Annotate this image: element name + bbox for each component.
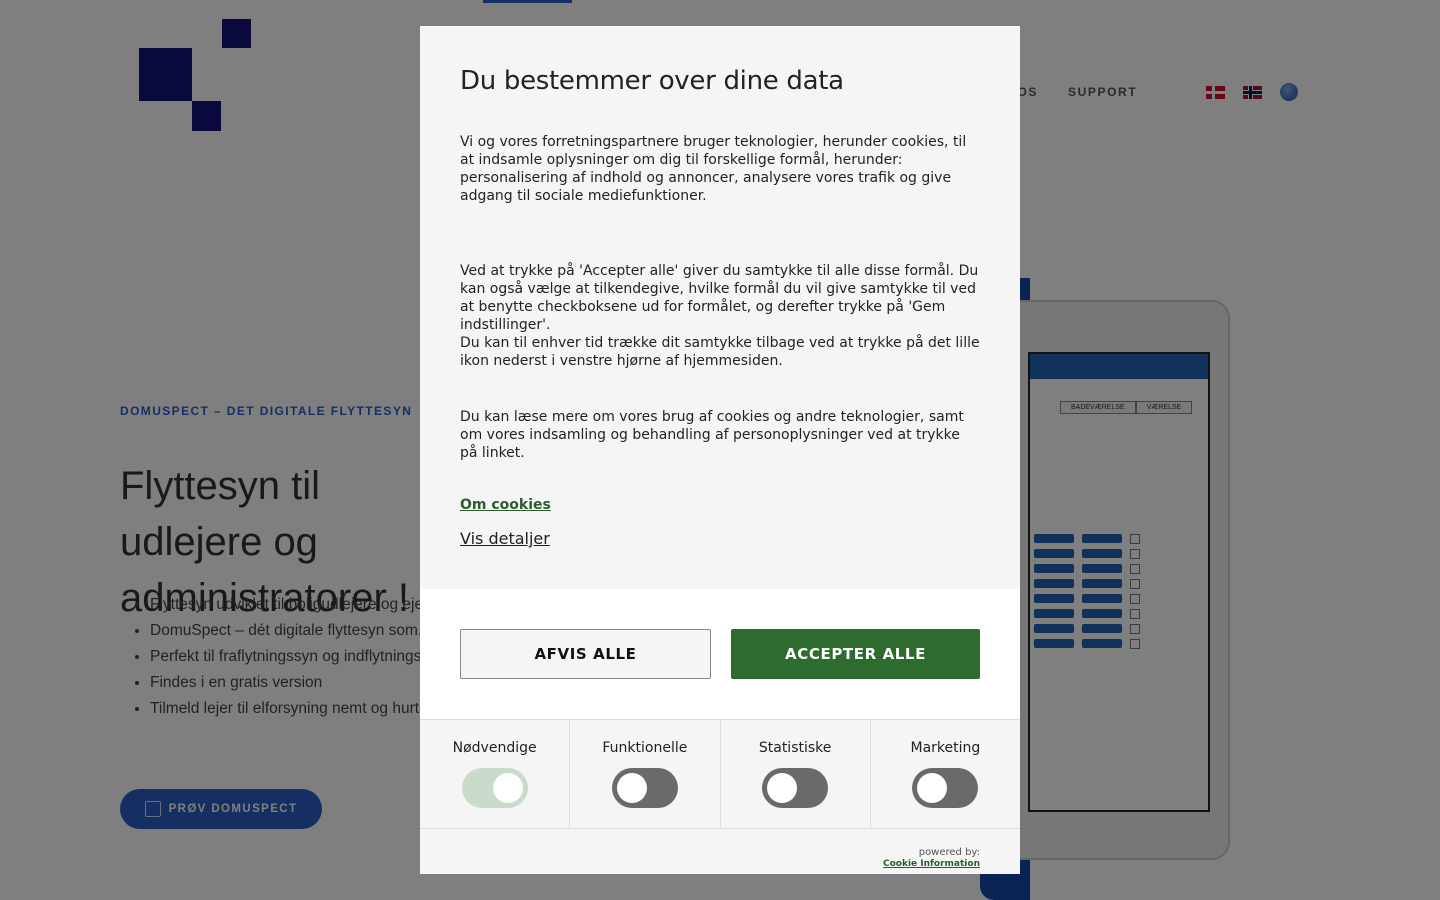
about-cookies-link[interactable]: Om cookies: [460, 497, 551, 513]
consent-paragraph-accept-info: Ved at trykke på 'Accepter alle' giver d…: [460, 263, 979, 333]
reject-all-button[interactable]: AFVIS ALLE: [460, 629, 711, 679]
functional-switch[interactable]: [611, 768, 678, 808]
consent-paragraph-intro: Vi og vores forretningspartnere bruger t…: [460, 134, 967, 204]
consent-category-toggles: Nødvendige Funktionelle Statistiske Mark…: [420, 719, 1020, 829]
cookie-information-link[interactable]: Cookie Information: [883, 859, 980, 869]
toggle-marketing: Marketing: [871, 720, 1020, 828]
consent-paragraph-read-more: Du kan læse mere om vores brug af cookie…: [460, 409, 964, 461]
show-details-link[interactable]: Vis detaljer: [460, 529, 550, 548]
toggle-label: Funktionelle: [602, 740, 688, 756]
consent-paragraph-withdraw-info: Du kan til enhver tid trække dit samtykk…: [460, 335, 980, 369]
powered-by: powered by: Cookie Information: [883, 840, 980, 869]
necessary-switch[interactable]: [461, 768, 528, 808]
powered-by-label: powered by:: [918, 847, 980, 858]
accept-all-button[interactable]: ACCEPTER ALLE: [731, 629, 980, 679]
statistics-switch[interactable]: [762, 768, 829, 808]
dialog-title: Du bestemmer over dine data: [460, 66, 844, 96]
toggle-label: Nødvendige: [452, 740, 537, 756]
toggle-necessary: Nødvendige: [420, 720, 571, 828]
toggle-statistics: Statistiske: [721, 720, 871, 828]
toggle-label: Statistiske: [758, 740, 832, 756]
consent-paragraph-consent: Ved at trykke på 'Accepter alle' giver d…: [460, 262, 980, 370]
marketing-switch[interactable]: [912, 768, 979, 808]
cookie-consent-dialog: Du bestemmer over dine data Vi og vores …: [420, 26, 1020, 874]
consent-button-area: AFVIS ALLE ACCEPTER ALLE: [420, 589, 1020, 719]
toggle-functional: Funktionelle: [570, 720, 721, 828]
toggle-label: Marketing: [910, 740, 981, 756]
